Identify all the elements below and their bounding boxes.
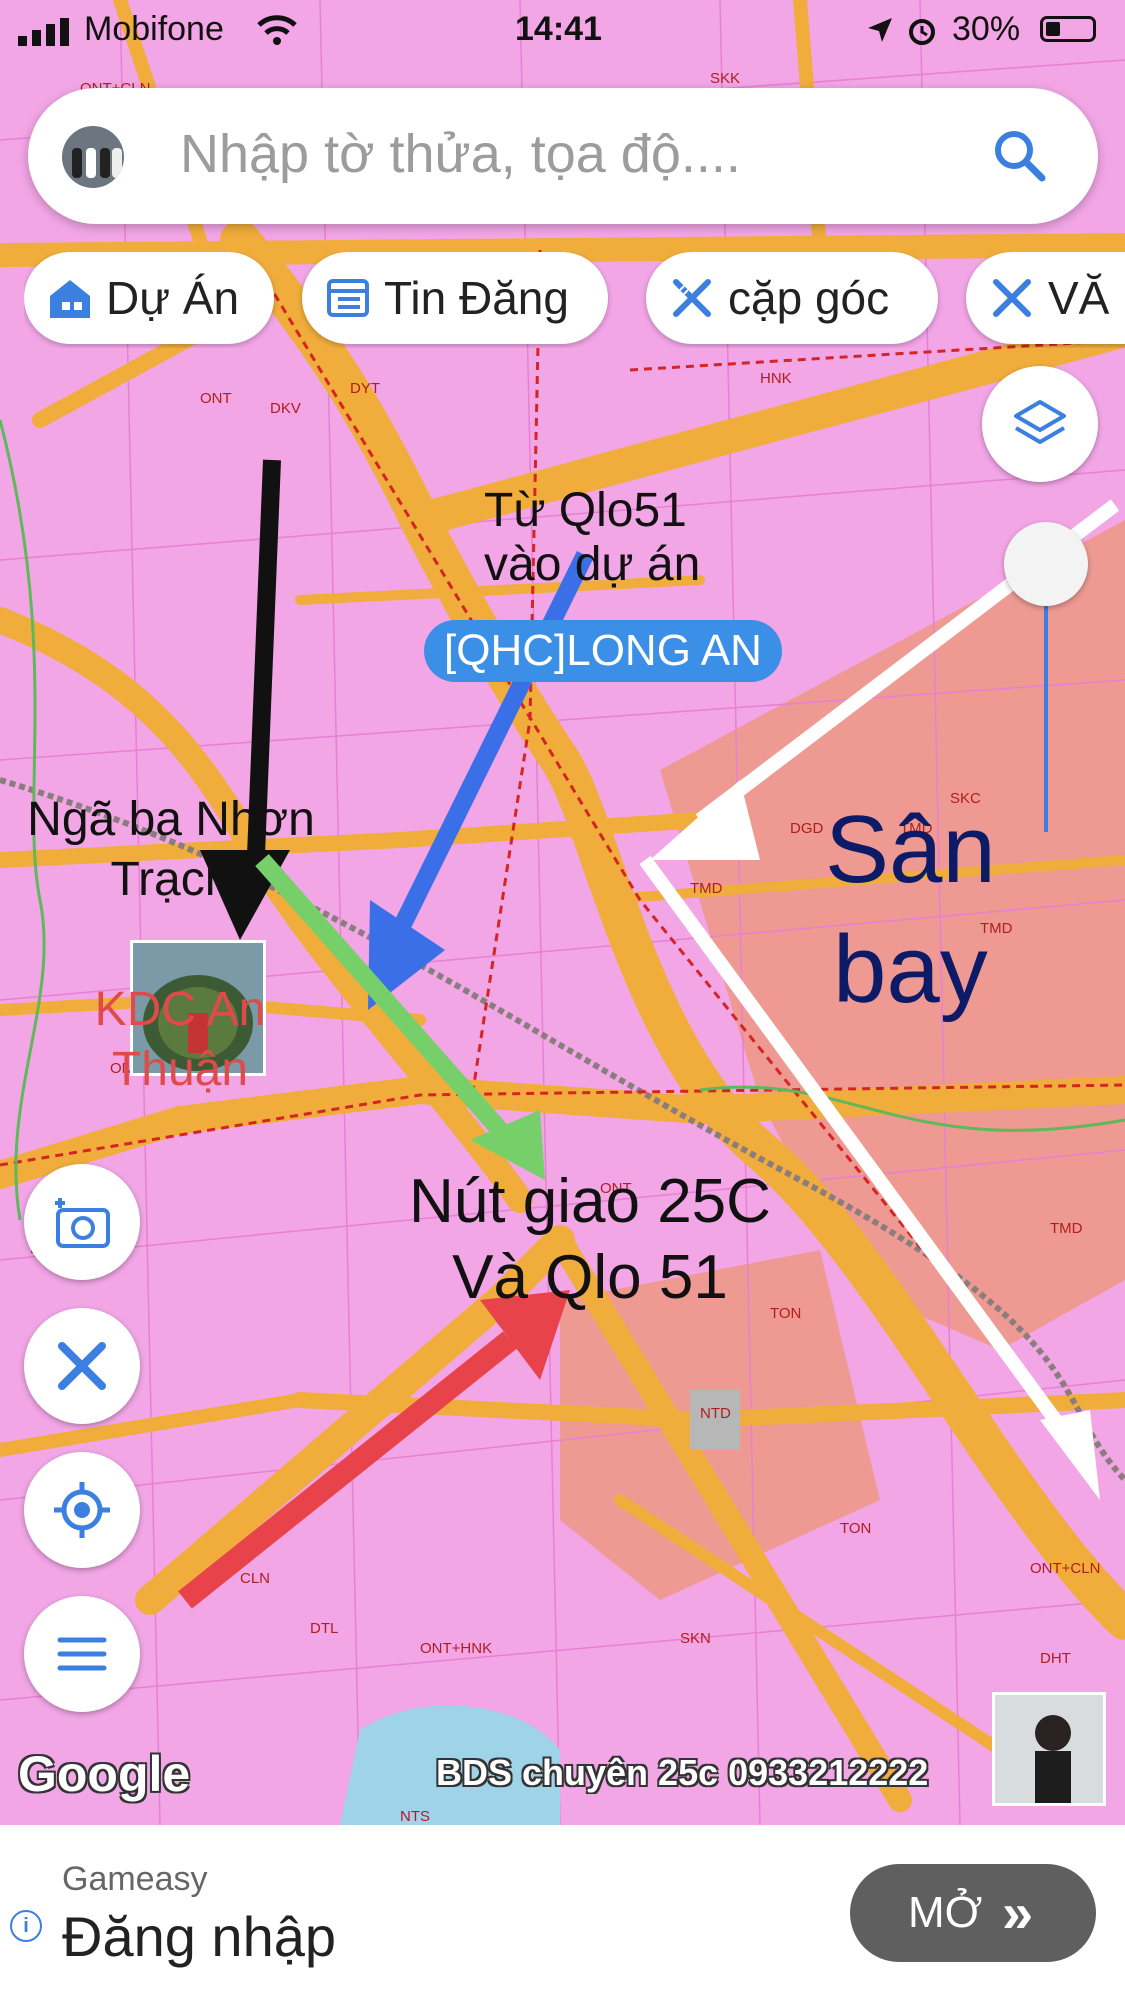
clock-time: 14:41 bbox=[515, 10, 602, 48]
search-icon[interactable] bbox=[988, 124, 1052, 188]
project-pill[interactable]: [QHC]LONG AN bbox=[424, 620, 782, 682]
search-input[interactable] bbox=[178, 118, 962, 190]
camera-add-icon bbox=[55, 1198, 110, 1248]
crosshair-icon bbox=[54, 1482, 110, 1538]
zone-label: NTD bbox=[700, 1405, 731, 1422]
annotation-qlo51-route: Từ Qlo51 vào dự án bbox=[484, 484, 701, 591]
opacity-slider-track[interactable] bbox=[1044, 570, 1048, 832]
ruler-pencil-icon bbox=[58, 1342, 106, 1390]
ad-open-button[interactable]: MỞ » bbox=[850, 1864, 1096, 1962]
chip-du-an[interactable]: Dự Án bbox=[24, 252, 274, 344]
chip-label: Dự Án bbox=[106, 272, 240, 324]
avatar[interactable] bbox=[62, 126, 124, 188]
zone-label: DHT bbox=[1040, 1650, 1071, 1667]
zone-label: ONT+HNK bbox=[420, 1640, 493, 1657]
battery-percent: 30% bbox=[952, 10, 1021, 48]
chip-tin-dang[interactable]: Tin Đăng bbox=[302, 252, 608, 344]
building-icon bbox=[50, 280, 90, 318]
double-chevron-right-icon: » bbox=[1002, 1881, 1034, 1944]
ad-open-label: MỞ bbox=[908, 1888, 983, 1937]
ruler-pencil-icon bbox=[673, 279, 711, 317]
menu-icon bbox=[57, 1637, 107, 1671]
signal-icon bbox=[18, 18, 69, 46]
battery-icon bbox=[1040, 16, 1096, 42]
zone-label: DKV bbox=[270, 400, 301, 417]
annotation-kdc-an-thuan: KDC An Thuận bbox=[94, 983, 266, 1096]
my-location-button[interactable] bbox=[24, 1452, 140, 1568]
zone-label: ONT bbox=[200, 390, 232, 407]
annotation-nut-giao: Nút giao 25C Và Qlo 51 bbox=[409, 1167, 771, 1312]
zone-label: DGD bbox=[790, 820, 824, 837]
wifi-icon bbox=[257, 15, 297, 45]
annotation-san-bay: Sân bay bbox=[825, 796, 996, 1023]
zone-label: ONT+CLN bbox=[1030, 1560, 1101, 1577]
map-watermark: BDS chuyên 25c 0933212222 bbox=[436, 1752, 929, 1793]
zone-label: SKK bbox=[710, 70, 741, 87]
user-photo-marker[interactable] bbox=[992, 1692, 1106, 1806]
ruler-pencil-icon bbox=[993, 279, 1031, 317]
zone-label: TON bbox=[840, 1520, 872, 1537]
zone-label: NTS bbox=[400, 1808, 430, 1825]
ad-title: Đăng nhập bbox=[62, 1905, 337, 1968]
chip-van[interactable]: VĂ bbox=[966, 252, 1125, 344]
menu-button[interactable] bbox=[24, 1596, 140, 1712]
google-attribution: Google bbox=[18, 1746, 191, 1802]
search-bar bbox=[28, 88, 1098, 224]
status-bar: Mobifone 14:41 30% bbox=[0, 0, 1125, 60]
layers-icon bbox=[1014, 400, 1066, 444]
zone-label: CLN bbox=[240, 1570, 271, 1587]
zone-label: DTL bbox=[310, 1620, 339, 1637]
alarm-icon bbox=[909, 19, 935, 45]
chip-cap-goc[interactable]: cặp góc bbox=[646, 252, 938, 344]
quick-filter-chips: Dự Án Tin Đăng cặp góc VĂ bbox=[24, 252, 1125, 348]
camera-button[interactable] bbox=[24, 1164, 140, 1280]
zone-label: SKN bbox=[680, 1630, 711, 1647]
zone-label: HNK bbox=[760, 370, 792, 387]
ad-brand: Gameasy bbox=[62, 1860, 208, 1898]
zone-label: DYT bbox=[350, 380, 380, 397]
carrier-name: Mobifone bbox=[84, 10, 224, 48]
chip-label: Tin Đăng bbox=[384, 272, 569, 324]
chip-label: cặp góc bbox=[728, 272, 890, 324]
annotation-nga-ba-nhon-trach: Ngã ba Nhơn Trạch bbox=[27, 793, 315, 906]
opacity-slider-thumb[interactable] bbox=[1004, 522, 1088, 606]
info-icon[interactable]: i bbox=[10, 1910, 42, 1942]
location-arrow-icon bbox=[868, 18, 892, 42]
person-photo bbox=[995, 1695, 1103, 1803]
zone-label: TMD bbox=[690, 880, 723, 897]
measure-button[interactable] bbox=[24, 1308, 140, 1424]
layers-button[interactable] bbox=[982, 366, 1098, 482]
zone-label: TMD bbox=[1050, 1220, 1083, 1237]
chip-label: VĂ bbox=[1048, 272, 1110, 324]
listing-icon bbox=[327, 279, 369, 317]
